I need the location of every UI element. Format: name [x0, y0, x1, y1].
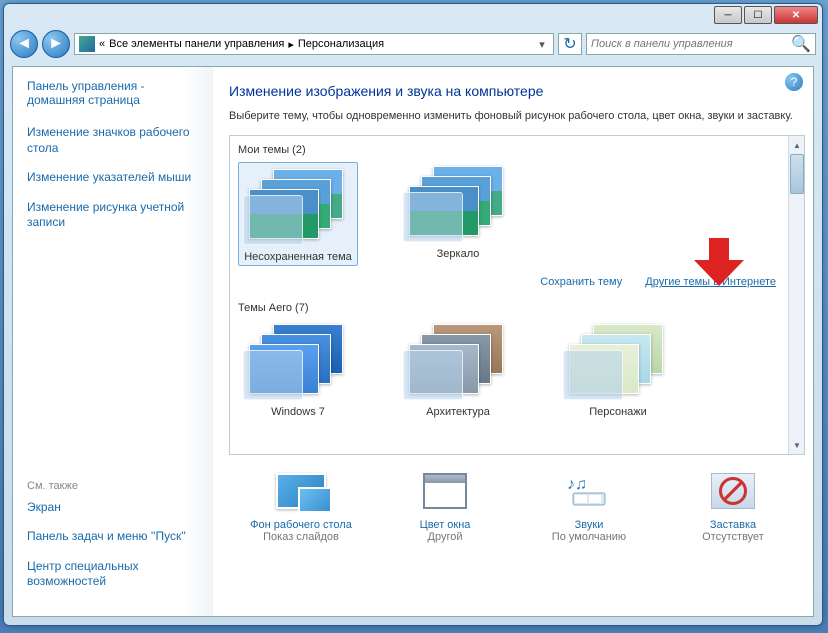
theme-characters[interactable]: Персонажи	[558, 320, 678, 418]
theme-unsaved[interactable]: Несохраненная тема	[238, 162, 358, 266]
sidebar-link-taskbar[interactable]: Панель задач и меню ''Пуск''	[27, 529, 199, 545]
desktop-background-item[interactable]: Фон рабочего стола Показ слайдов	[236, 469, 366, 543]
scroll-up-icon[interactable]: ▲	[790, 137, 804, 153]
sidebar-link-account-picture[interactable]: Изменение рисунка учетной записи	[27, 200, 199, 231]
maximize-button[interactable]: ☐	[744, 6, 772, 24]
themes-scrollbar[interactable]: ▲ ▼	[788, 136, 804, 454]
search-icon[interactable]: 🔍	[791, 34, 811, 54]
themes-panel: Мои темы (2) Несохраненная тема Зеркало	[229, 135, 805, 455]
desktop-background-icon	[273, 469, 329, 513]
sidebar-link-desktop-icons[interactable]: Изменение значков рабочего стола	[27, 125, 199, 156]
page-title: Изменение изображения и звука на компьют…	[229, 83, 805, 99]
item-sublabel: Другой	[380, 531, 510, 543]
save-theme-link[interactable]: Сохранить тему	[540, 276, 622, 288]
theme-label: Архитектура	[398, 406, 518, 418]
svg-text:♪♫: ♪♫	[567, 476, 587, 493]
window-color-item[interactable]: Цвет окна Другой	[380, 469, 510, 543]
scroll-down-icon[interactable]: ▼	[790, 437, 804, 453]
red-arrow-annotation	[689, 238, 749, 288]
theme-label: Зеркало	[398, 248, 518, 260]
window: ─ ☐ ✕ ◄ ► « Все элементы панели управлен…	[3, 3, 823, 626]
theme-label: Windows 7	[238, 406, 358, 418]
theme-label: Несохраненная тема	[241, 251, 355, 263]
item-sublabel: Показ слайдов	[236, 531, 366, 543]
titlebar: ─ ☐ ✕	[4, 4, 822, 28]
sidebar-link-mouse-pointers[interactable]: Изменение указателей мыши	[27, 170, 199, 186]
item-label: Заставка	[668, 519, 798, 531]
address-dropdown[interactable]: ▾	[535, 38, 549, 51]
bottom-row: Фон рабочего стола Показ слайдов Цвет ок…	[229, 469, 805, 543]
search-input[interactable]	[591, 38, 791, 50]
content: Панель управления - домашняя страница Из…	[12, 66, 814, 617]
item-label: Звуки	[524, 519, 654, 531]
navbar: ◄ ► « Все элементы панели управления ▸ П…	[4, 28, 822, 60]
refresh-button[interactable]: ↻	[558, 33, 582, 55]
search-bar[interactable]: 🔍	[586, 33, 816, 55]
breadcrumb-seg2[interactable]: Персонализация	[298, 38, 384, 50]
sidebar-link-display[interactable]: Экран	[27, 500, 199, 516]
screensaver-icon	[705, 469, 761, 513]
theme-mirror[interactable]: Зеркало	[398, 162, 518, 266]
scroll-thumb[interactable]	[790, 154, 804, 194]
sidebar: Панель управления - домашняя страница Из…	[13, 67, 213, 616]
breadcrumb-prefix: «	[99, 38, 105, 50]
page-description: Выберите тему, чтобы одновременно измени…	[229, 109, 805, 123]
item-label: Фон рабочего стола	[236, 519, 366, 531]
my-themes-header: Мои темы (2)	[238, 144, 796, 156]
sounds-item[interactable]: ♪♫ Звуки По умолчанию	[524, 469, 654, 543]
theme-label: Персонажи	[558, 406, 678, 418]
back-button[interactable]: ◄	[10, 30, 38, 58]
help-icon[interactable]: ?	[785, 73, 803, 91]
theme-windows7[interactable]: Windows 7	[238, 320, 358, 418]
main: ? Изменение изображения и звука на компь…	[213, 67, 813, 616]
sounds-icon: ♪♫	[561, 469, 617, 513]
breadcrumb-seg1[interactable]: Все элементы панели управления	[109, 38, 284, 50]
close-button[interactable]: ✕	[774, 6, 818, 24]
breadcrumb-sep: ▸	[288, 38, 294, 51]
item-sublabel: Отсутствует	[668, 531, 798, 543]
item-sublabel: По умолчанию	[524, 531, 654, 543]
control-panel-home[interactable]: Панель управления - домашняя страница	[27, 79, 199, 107]
window-color-icon	[417, 469, 473, 513]
minimize-button[interactable]: ─	[714, 6, 742, 24]
forward-button[interactable]: ►	[42, 30, 70, 58]
sidebar-link-ease-of-access[interactable]: Центр специальных возможностей	[27, 559, 199, 590]
aero-themes-header: Темы Aero (7)	[238, 302, 796, 314]
screensaver-item[interactable]: Заставка Отсутствует	[668, 469, 798, 543]
item-label: Цвет окна	[380, 519, 510, 531]
theme-architecture[interactable]: Архитектура	[398, 320, 518, 418]
aero-themes-row: Windows 7 Архитектура Персонажи	[238, 320, 796, 418]
address-bar[interactable]: « Все элементы панели управления ▸ Персо…	[74, 33, 554, 55]
control-panel-icon	[79, 36, 95, 52]
see-also-title: См. также	[27, 480, 199, 492]
